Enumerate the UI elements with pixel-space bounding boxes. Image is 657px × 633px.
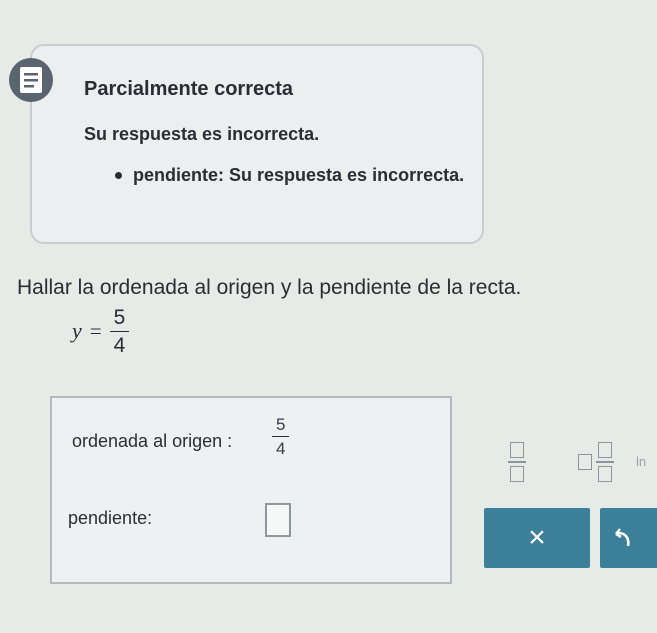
feedback-item-pendiente: pendiente: Su respuesta es incorrecta. <box>133 165 465 185</box>
bullet-icon <box>115 172 122 179</box>
feedback-status: Parcialmente correcta <box>84 78 294 100</box>
ordenada-denominator[interactable]: 4 <box>276 437 285 457</box>
answer-area <box>50 396 452 584</box>
equation-fraction: 5 4 <box>109 307 130 357</box>
undo-icon <box>615 524 636 552</box>
mixed-number-template-icon[interactable] <box>578 442 614 482</box>
equation-variable: y <box>72 318 82 343</box>
ordenada-answer-field[interactable]: 5 4 <box>272 416 290 457</box>
pendiente-label: pendiente: <box>68 508 153 528</box>
equation-numerator: 5 <box>109 307 130 332</box>
pendiente-input[interactable] <box>265 503 291 537</box>
feedback-headline: Su respuesta es incorrecta. <box>84 124 320 144</box>
equation: y = 5 4 <box>72 300 130 362</box>
undo-button[interactable] <box>600 508 657 568</box>
fraction-template-icon[interactable] <box>508 442 526 482</box>
ordenada-label: ordenada al origen : <box>72 431 233 451</box>
ordenada-numerator[interactable]: 5 <box>272 416 290 437</box>
equals-sign: = <box>89 318 102 343</box>
ln-button[interactable]: ln <box>636 454 646 469</box>
equation-denominator: 4 <box>113 333 126 357</box>
feedback-document-icon[interactable] <box>9 58 53 102</box>
question-text: Hallar la ordenada al origen y la pendie… <box>17 276 522 299</box>
clear-button[interactable]: × <box>484 508 590 568</box>
